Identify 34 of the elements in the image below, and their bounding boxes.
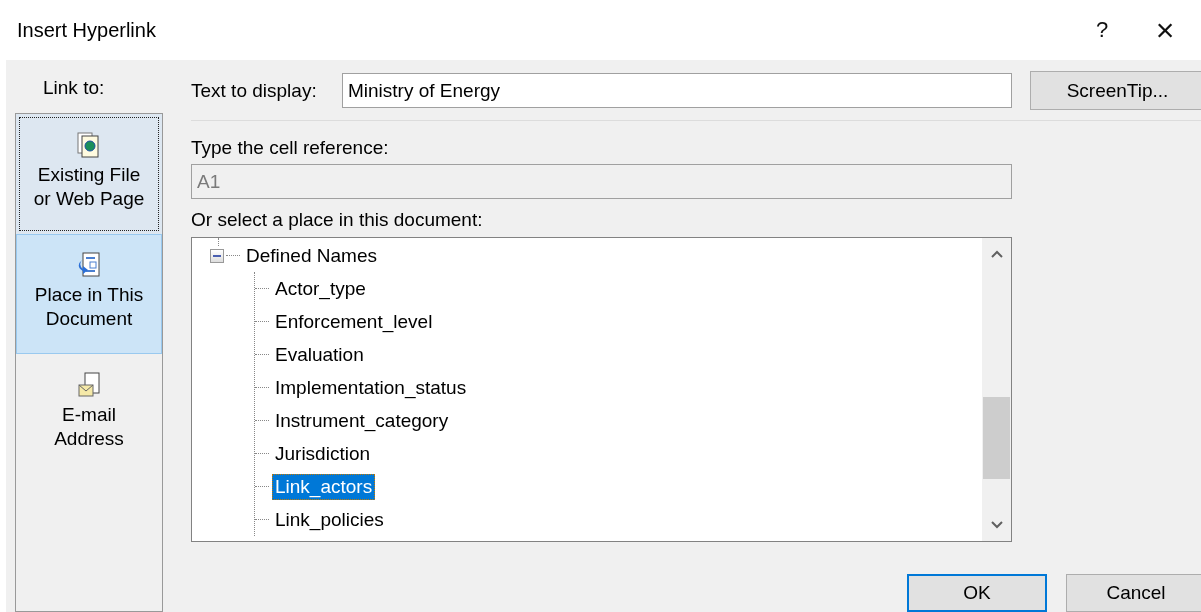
document-globe-icon <box>77 131 101 159</box>
tree-item[interactable]: Implementation_status <box>272 374 470 401</box>
link-type-item[interactable]: Place in This Document <box>16 234 162 354</box>
cancel-button[interactable]: Cancel <box>1066 574 1201 612</box>
tree-item[interactable]: Jurisdiction <box>272 440 374 467</box>
place-label: Or select a place in this document: <box>191 209 483 231</box>
link-type-label: Place in This Document <box>34 283 144 331</box>
link-type-label: Existing File or Web Page <box>33 163 145 211</box>
document-envelope-icon <box>77 371 101 399</box>
tree-item[interactable]: Link_policies <box>272 506 387 533</box>
document-arrow-icon <box>77 251 101 279</box>
help-button[interactable]: ? <box>1072 8 1132 52</box>
link-type-item[interactable]: E-mail Address <box>16 354 162 474</box>
screentip-button[interactable]: ScreenTip... <box>1030 71 1201 110</box>
text-to-display-field[interactable]: Ministry of Energy <box>342 73 1012 108</box>
scroll-up-icon[interactable] <box>990 250 1003 258</box>
scrollbar[interactable] <box>982 238 1011 541</box>
scroll-down-icon[interactable] <box>990 521 1003 529</box>
tree-item[interactable]: Evaluation <box>272 341 367 368</box>
link-type-label: E-mail Address <box>54 403 124 451</box>
tree-item[interactable]: Link_actors <box>272 473 376 500</box>
tree-item[interactable]: Instrument_category <box>272 407 452 434</box>
window-title: Insert Hyperlink <box>17 18 156 42</box>
text-to-display-label: Text to display: <box>191 79 318 102</box>
link-type-item[interactable]: Existing File or Web Page <box>16 114 162 234</box>
tree-item[interactable]: Actor_type <box>272 275 369 302</box>
link-to-label: Link to: <box>43 77 105 99</box>
close-button[interactable]: × <box>1135 8 1195 52</box>
scroll-thumb[interactable] <box>983 397 1010 479</box>
tree-item[interactable]: Defined Names <box>244 244 379 267</box>
tree-item[interactable]: Enforcement_level <box>272 308 436 335</box>
ok-button[interactable]: OK <box>907 574 1047 612</box>
cell-reference-label: Type the cell reference: <box>191 137 389 159</box>
collapse-icon[interactable] <box>210 248 224 263</box>
